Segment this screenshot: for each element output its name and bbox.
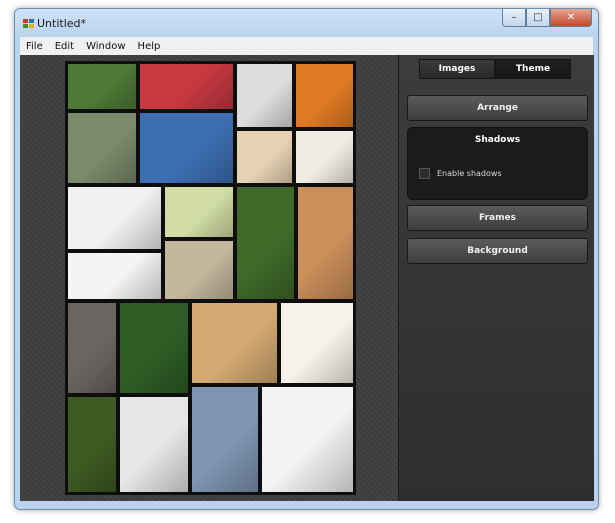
photo-berry-cake[interactable] [140, 64, 233, 109]
photo-bee-flower[interactable] [165, 187, 233, 237]
title-bar[interactable]: Untitled* – □ ✕ [15, 9, 598, 37]
photo-piggy-bank[interactable] [281, 303, 353, 383]
photo-sunset-silhouette[interactable] [296, 64, 353, 127]
menu-bar: File Edit Window Help [20, 37, 593, 55]
photo-garden-flower[interactable] [68, 397, 116, 492]
photo-calico-cat[interactable] [192, 303, 277, 383]
photo-ice-cream-bar[interactable] [140, 113, 233, 183]
photo-white-orchid[interactable] [237, 187, 294, 299]
tab-images[interactable]: Images [419, 59, 495, 79]
enable-shadows-checkbox[interactable] [419, 168, 430, 179]
enable-shadows-label[interactable]: Enable shadows [437, 169, 502, 178]
photo-duck-water[interactable] [192, 387, 258, 492]
photo-sneakers[interactable] [120, 397, 188, 492]
panel-tabs: Images Theme [419, 59, 571, 79]
tab-theme[interactable]: Theme [495, 59, 571, 79]
collage[interactable] [65, 61, 356, 495]
photo-husky-puppy[interactable] [68, 187, 161, 249]
close-button[interactable]: ✕ [550, 9, 592, 27]
photo-elephants[interactable] [165, 241, 233, 299]
menu-help[interactable]: Help [132, 41, 167, 52]
menu-file[interactable]: File [20, 41, 49, 52]
photo-guitar-neck[interactable] [68, 253, 161, 299]
shadows-section: Shadows Enable shadows [407, 127, 588, 200]
photo-layer-cake-slice[interactable] [296, 131, 353, 183]
photo-cheesecake[interactable] [298, 187, 353, 299]
photo-two-kittens[interactable] [237, 64, 292, 127]
window-controls: – □ ✕ [502, 9, 592, 27]
photo-cat-closeup[interactable] [68, 303, 116, 393]
minimize-button[interactable]: – [502, 9, 526, 27]
menu-window[interactable]: Window [80, 41, 131, 52]
minimize-icon: – [511, 12, 517, 23]
frames-button[interactable]: Frames [407, 205, 588, 231]
photo-cat-doorway[interactable] [68, 113, 136, 183]
background-button[interactable]: Background [407, 238, 588, 264]
shadows-title: Shadows [474, 135, 521, 145]
photo-tomatoes[interactable] [120, 303, 188, 393]
enable-shadows-row[interactable]: Enable shadows [419, 168, 502, 179]
app-icon [23, 19, 34, 28]
maximize-button[interactable]: □ [526, 9, 550, 27]
settings-panel: Images Theme Arrange Shadows Enable shad… [398, 55, 594, 501]
app-window: Untitled* – □ ✕ File Edit Window Help Im… [14, 8, 599, 510]
close-icon: ✕ [566, 12, 576, 23]
arrange-button[interactable]: Arrange [407, 95, 588, 121]
photo-kitten-grass[interactable] [68, 64, 136, 109]
maximize-icon: □ [533, 12, 543, 23]
window-title: Untitled* [37, 17, 87, 30]
menu-edit[interactable]: Edit [49, 41, 80, 52]
photo-green-guitar[interactable] [262, 387, 353, 492]
collage-canvas[interactable] [20, 55, 398, 501]
photo-tea-pastries[interactable] [237, 131, 292, 183]
